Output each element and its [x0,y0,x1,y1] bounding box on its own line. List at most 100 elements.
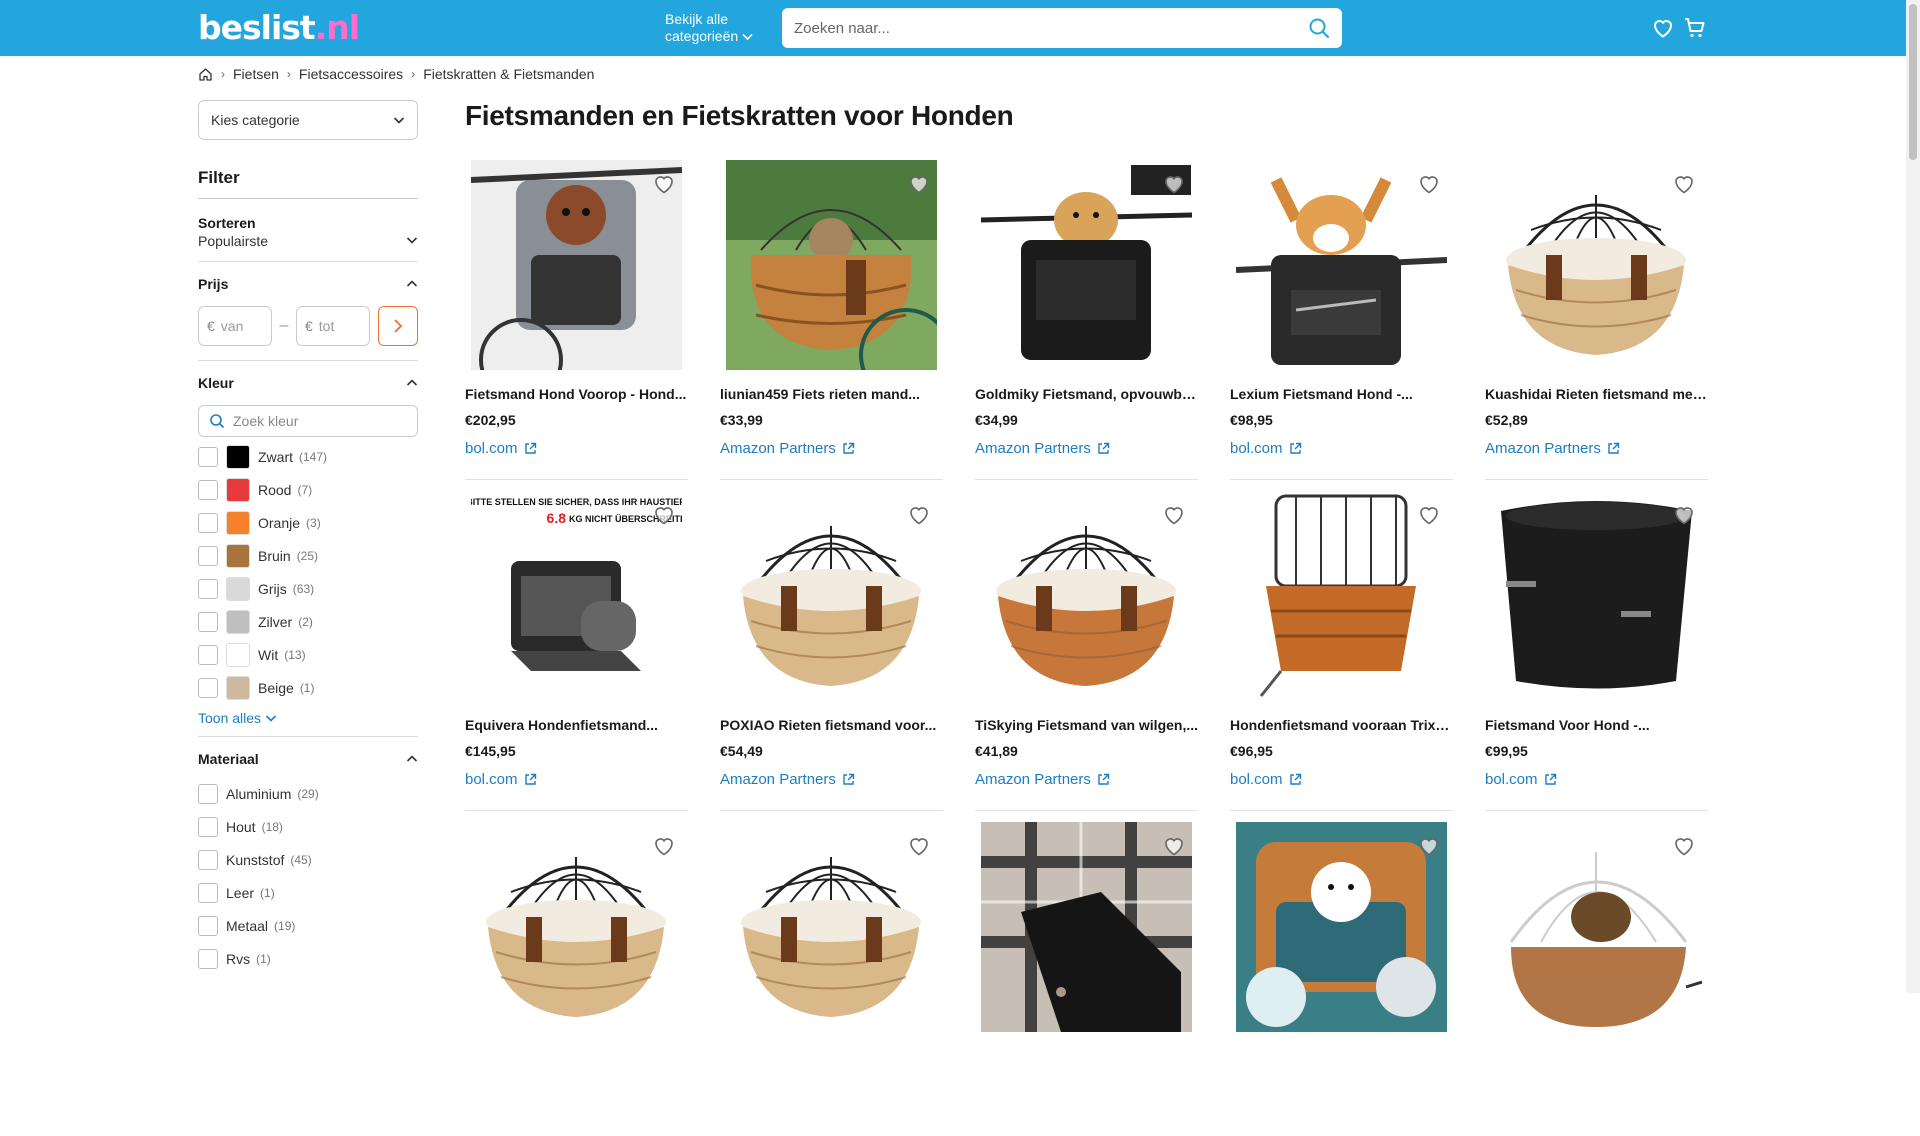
product-title[interactable]: TiSkying Fietsmand van wilgen,... [975,717,1198,733]
color-option[interactable]: Oranje (3) [198,506,418,539]
chevron-up-icon[interactable] [406,278,418,290]
product-card[interactable]: Fietsmand Voor Hond -... €99,95 bol.com [1485,491,1708,811]
checkbox[interactable] [198,849,218,870]
checkbox[interactable] [198,545,218,566]
heart-icon[interactable] [1672,503,1696,527]
product-image[interactable] [1236,160,1447,370]
material-option[interactable]: Kunststof (45) [198,843,418,876]
product-card[interactable] [975,822,1198,1136]
heart-icon[interactable] [907,172,931,196]
product-image[interactable] [1491,160,1702,370]
heart-icon[interactable] [1162,172,1186,196]
material-option[interactable]: Aluminium (29) [198,777,418,810]
shop-link[interactable]: Amazon Partners [975,440,1110,457]
product-card[interactable]: Lexium Fietsmand Hond -... €98,95 bol.co… [1230,160,1453,480]
product-card[interactable] [1230,822,1453,1136]
heart-icon[interactable] [652,834,676,858]
chevron-up-icon[interactable] [406,377,418,389]
color-option[interactable]: Grijs (63) [198,572,418,605]
product-image[interactable] [726,160,937,370]
chevron-up-icon[interactable] [406,753,418,765]
price-apply-button[interactable] [378,306,418,346]
product-image[interactable] [726,822,937,1032]
product-title[interactable]: Hondenfietsmand vooraan Trixie... [1230,717,1453,733]
product-image[interactable] [1491,491,1702,701]
product-image[interactable] [471,160,682,370]
page-scrollbar[interactable] [1906,0,1920,993]
search-input[interactable] [782,8,1282,48]
product-card[interactable] [1485,822,1708,1136]
material-option[interactable]: Rvs (1) [198,942,418,975]
shop-link[interactable]: Amazon Partners [1485,440,1620,457]
sort-section[interactable]: Sorteren Populairste [198,199,418,262]
product-title[interactable]: Fietsmand Hond Voorop - Hond... [465,386,688,402]
price-to-input[interactable]: € tot [296,306,370,346]
material-option[interactable]: Leer (1) [198,876,418,909]
material-option[interactable]: Metaal (19) [198,909,418,942]
shop-link[interactable]: Amazon Partners [720,771,855,788]
product-image[interactable] [1236,491,1447,701]
shop-link[interactable]: bol.com [465,440,537,457]
price-from-input[interactable]: € van [198,306,272,346]
color-option[interactable]: Beige (1) [198,671,418,704]
product-image[interactable] [981,822,1192,1032]
product-card[interactable]: Goldmiky Fietsmand, opvouwba... €34,99 A… [975,160,1198,480]
shop-link[interactable]: bol.com [1485,771,1557,788]
product-image[interactable] [1236,822,1447,1032]
checkbox[interactable] [198,479,218,500]
product-card[interactable]: POXIAO Rieten fietsmand voor... €54,49 A… [720,491,943,811]
cart-icon[interactable] [1683,16,1707,40]
checkbox[interactable] [198,611,218,632]
product-card[interactable]: liunian459 Fiets rieten mand... €33,99 A… [720,160,943,480]
color-option[interactable]: Bruin (25) [198,539,418,572]
product-title[interactable]: POXIAO Rieten fietsmand voor... [720,717,943,733]
shop-link[interactable]: bol.com [1230,771,1302,788]
product-image[interactable]: BITTE STELLEN SIE SICHER, DASS IHR HAUST… [471,491,682,701]
heart-icon[interactable] [652,172,676,196]
breadcrumb-link-fietsaccessoires[interactable]: Fietsaccessoires [299,66,403,82]
product-card[interactable]: Fietsmand Hond Voorop - Hond... €202,95 … [465,160,688,480]
checkbox[interactable] [198,882,218,903]
product-image[interactable] [1491,822,1702,1032]
site-logo[interactable]: beslist.nl [198,8,360,47]
scrollbar-thumb[interactable] [1909,4,1917,160]
search-icon[interactable] [1308,17,1330,39]
shop-link[interactable]: Amazon Partners [720,440,855,457]
shop-link[interactable]: Amazon Partners [975,771,1110,788]
color-option[interactable]: Zwart (147) [198,440,418,473]
checkbox[interactable] [198,677,218,698]
product-card[interactable]: TiSkying Fietsmand van wilgen,... €41,89… [975,491,1198,811]
heart-icon[interactable] [1417,172,1441,196]
heart-icon[interactable] [1417,503,1441,527]
product-card[interactable]: BITTE STELLEN SIE SICHER, DASS IHR HAUST… [465,491,688,811]
checkbox[interactable] [198,783,218,804]
product-card[interactable] [465,822,688,1136]
heart-icon[interactable] [652,503,676,527]
product-card[interactable]: Kuashidai Rieten fietsmand met... €52,89… [1485,160,1708,480]
color-option[interactable]: Zilver (2) [198,605,418,638]
checkbox[interactable] [198,446,218,467]
product-title[interactable]: Fietsmand Voor Hond -... [1485,717,1708,733]
product-title[interactable]: Equivera Hondenfietsmand... [465,717,688,733]
product-image[interactable] [981,491,1192,701]
product-card[interactable] [720,822,943,1136]
product-title[interactable]: Lexium Fietsmand Hond -... [1230,386,1453,402]
color-option[interactable]: Rood (7) [198,473,418,506]
checkbox[interactable] [198,816,218,837]
checkbox[interactable] [198,578,218,599]
heart-icon[interactable] [1651,16,1675,40]
heart-icon[interactable] [907,503,931,527]
checkbox[interactable] [198,948,218,969]
material-option[interactable]: Hout (18) [198,810,418,843]
category-select[interactable]: Kies categorie [198,100,418,140]
product-card[interactable]: Hondenfietsmand vooraan Trixie... €96,95… [1230,491,1453,811]
breadcrumb-link-fietsen[interactable]: Fietsen [233,66,279,82]
show-all-colors-link[interactable]: Toon alles [198,710,277,726]
heart-icon[interactable] [907,834,931,858]
color-search-input[interactable]: Zoek kleur [198,405,418,437]
product-title[interactable]: Goldmiky Fietsmand, opvouwba... [975,386,1198,402]
product-image[interactable] [471,822,682,1032]
shop-link[interactable]: bol.com [1230,440,1302,457]
product-title[interactable]: liunian459 Fiets rieten mand... [720,386,943,402]
shop-link[interactable]: bol.com [465,771,537,788]
